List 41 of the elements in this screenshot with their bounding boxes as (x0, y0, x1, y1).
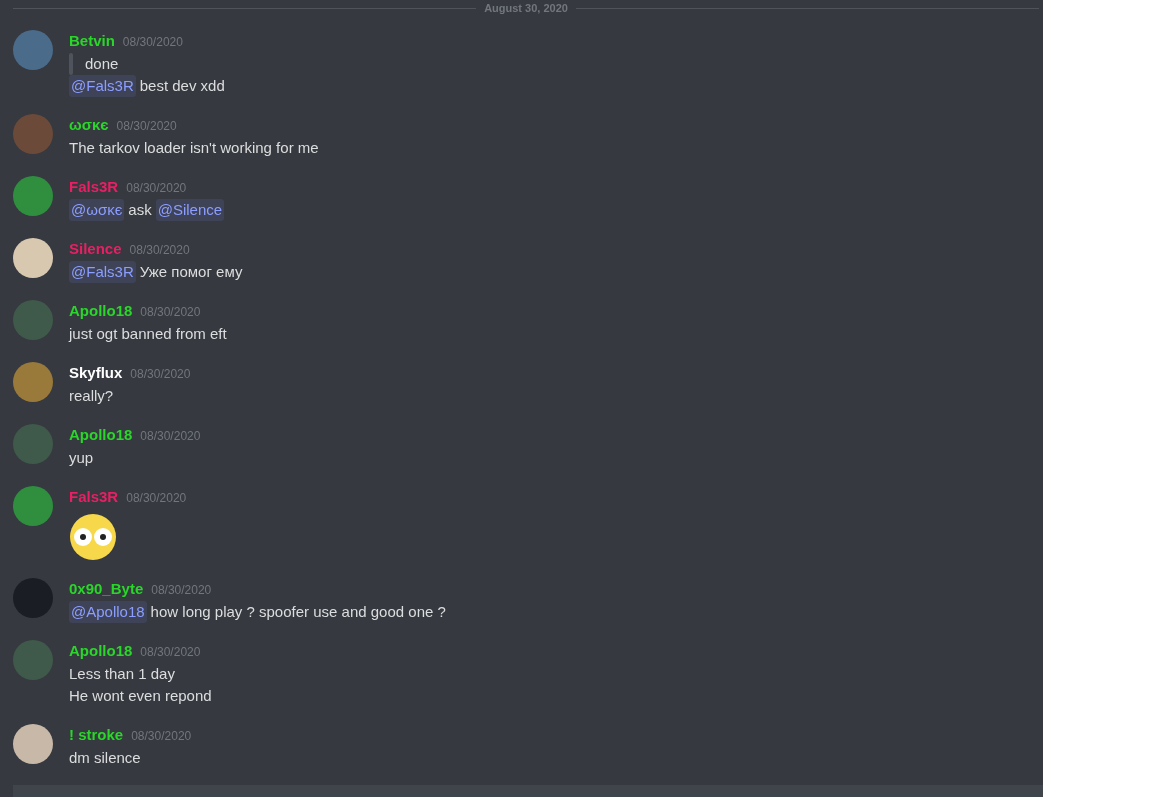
timestamp: 08/30/2020 (140, 644, 201, 661)
message-text: He wont even repond (69, 686, 212, 706)
timestamp: 08/30/2020 (129, 242, 190, 259)
timestamp: 08/30/2020 (126, 490, 187, 507)
user-mention[interactable]: @ωσκє (69, 199, 125, 221)
user-mention[interactable]: @Apollo18 (69, 601, 147, 623)
message-text: Уже помог ему (139, 262, 243, 282)
timestamp: 08/30/2020 (126, 180, 187, 197)
timestamp: 08/30/2020 (130, 366, 191, 383)
message-text: ask (128, 200, 152, 220)
message-text: Less than 1 day (69, 664, 175, 684)
message-text: dm silence (69, 748, 141, 768)
username[interactable]: ! stroke (69, 724, 124, 746)
timestamp: 08/30/2020 (122, 34, 183, 51)
username[interactable]: 0x90_Byte (69, 578, 144, 600)
timestamp: 08/30/2020 (140, 304, 201, 321)
username[interactable]: Skyflux (69, 362, 123, 384)
timestamp: 08/30/2020 (140, 428, 201, 445)
message-text: just ogt banned from eft (69, 324, 227, 344)
user-mention[interactable]: @Silence (155, 199, 225, 221)
user-avatar[interactable] (13, 238, 53, 278)
message-text: yup (69, 448, 94, 468)
timestamp: 08/30/2020 (151, 582, 212, 599)
user-avatar[interactable] (13, 724, 53, 764)
timestamp: 08/30/2020 (131, 728, 192, 745)
message-text: The tarkov loader isn't working for me (69, 138, 319, 158)
message-text: done (85, 54, 119, 74)
username[interactable]: Apollo18 (69, 300, 133, 322)
message-text: really? (69, 386, 114, 406)
user-mention[interactable]: @Fals3R (69, 261, 136, 283)
message-text: best dev xdd (139, 76, 225, 96)
flushed-face-icon (69, 513, 117, 561)
message-text: how long play ? spoofer use and good one ? (150, 602, 446, 622)
user-avatar[interactable] (13, 362, 53, 402)
timestamp: 08/30/2020 (116, 118, 177, 135)
username[interactable]: Betvin (69, 30, 115, 52)
username[interactable]: Apollo18 (69, 424, 133, 446)
username[interactable]: Apollo18 (69, 640, 133, 662)
user-mention[interactable]: @Fals3R (69, 75, 136, 97)
username[interactable]: ωσκє (69, 114, 109, 136)
date-divider: August 30, 2020 (483, 0, 569, 16)
